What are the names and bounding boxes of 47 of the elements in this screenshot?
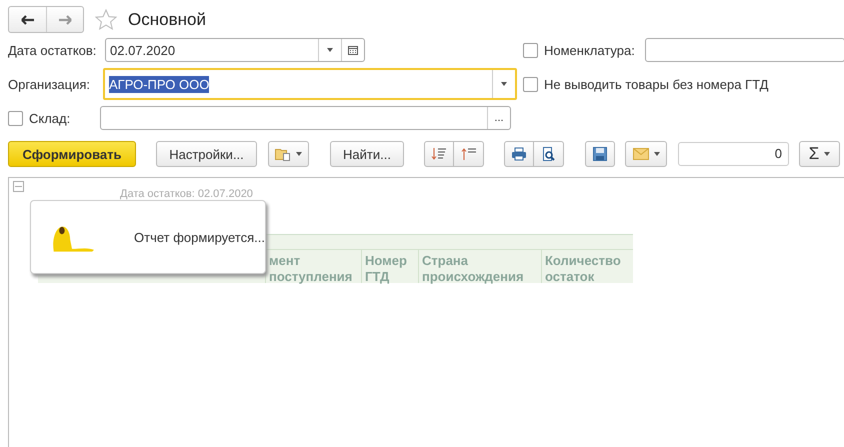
field-label: Организация: [8, 76, 92, 92]
progress-message: Отчет формируется... [134, 230, 265, 244]
window-title: Основной [128, 10, 206, 30]
field-label: Дата остатков: [8, 42, 98, 58]
column-header: Страна происхождения [418, 249, 541, 283]
variants-button[interactable] [268, 141, 309, 167]
field-label: Склад: [29, 110, 72, 126]
checkbox[interactable] [523, 76, 538, 92]
forward-arrow-icon [58, 14, 72, 24]
select-button[interactable]: ... [487, 107, 510, 129]
favorite-star-icon[interactable] [94, 8, 118, 32]
print-button[interactable] [504, 141, 534, 167]
caret-icon [327, 48, 333, 52]
caret-icon [824, 152, 830, 156]
field-label: Номенклатура: [544, 42, 635, 58]
caret-icon [654, 152, 660, 156]
checkbox[interactable] [8, 110, 23, 126]
sort-descending-button[interactable] [424, 141, 454, 167]
caret-icon [296, 152, 302, 156]
report-parameter: Дата остатков: 02.07.2020 [120, 188, 253, 200]
sort-ascending-icon [460, 147, 476, 161]
caret-icon [501, 82, 507, 86]
settings-button[interactable]: Настройки... [156, 141, 257, 167]
printer-icon [511, 147, 527, 161]
warehouse-field[interactable]: ... [100, 106, 511, 130]
send-email-button[interactable] [625, 141, 667, 167]
checkbox-label: Не выводить товары без номера ГТД [544, 76, 768, 92]
date-field[interactable]: 02.07.2020 [105, 38, 365, 62]
checkbox[interactable] [523, 42, 538, 58]
save-button[interactable] [585, 141, 615, 167]
find-button[interactable]: Найти... [330, 141, 404, 167]
collapse-icon[interactable] [13, 181, 24, 192]
preview-button[interactable] [534, 141, 564, 167]
sort-descending-icon [431, 147, 447, 161]
column-header: Номер ГТД [361, 249, 418, 283]
organization-field[interactable]: АГРО-ПРО ООО [103, 68, 517, 100]
page-magnifier-icon [540, 147, 556, 161]
calendar-icon [348, 45, 358, 55]
total-field[interactable]: 0 [678, 142, 789, 166]
back-arrow-icon [20, 14, 34, 24]
column-header: Количество остаток [541, 249, 633, 283]
sort-ascending-button[interactable] [454, 141, 484, 167]
folder-icon [275, 147, 291, 161]
generate-button[interactable]: Сформировать [8, 141, 136, 167]
envelope-icon [632, 148, 648, 160]
sum-button[interactable]: Σ [799, 141, 840, 167]
nomenclature-field[interactable] [644, 38, 844, 62]
